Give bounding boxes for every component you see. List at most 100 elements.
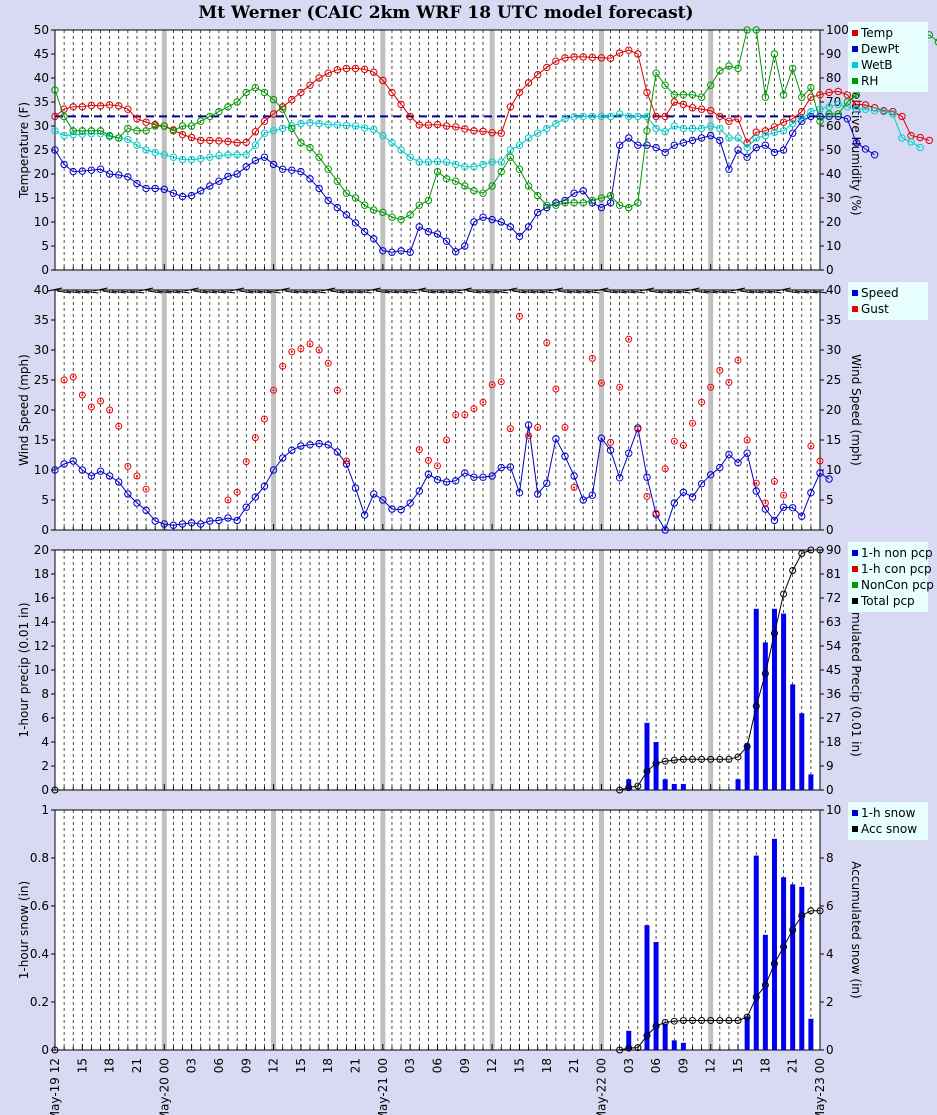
y2-tick-label: 5 xyxy=(826,493,834,507)
gust-point-dot xyxy=(573,486,576,489)
gust-point-dot xyxy=(145,488,148,491)
gust-point-dot xyxy=(345,460,348,462)
precip-bar xyxy=(662,779,668,790)
gust-point-dot xyxy=(636,428,639,431)
legend-label: Gust xyxy=(861,302,889,316)
x-tick-label: May-19 12 xyxy=(48,1058,62,1115)
gust-point-dot xyxy=(81,394,84,396)
meteogram-chart: Mt Werner (CAIC 2km WRF 18 UTC model for… xyxy=(17,3,937,1115)
gust-point-dot xyxy=(691,422,694,425)
chart-title: Mt Werner (CAIC 2km WRF 18 UTC model for… xyxy=(198,3,693,23)
y-tick-label: 45 xyxy=(34,47,49,61)
precip-bar xyxy=(680,784,686,790)
precip-bar xyxy=(744,1016,750,1050)
gust-point-dot xyxy=(545,341,548,344)
gust-point-dot xyxy=(627,338,630,341)
gust-point-dot xyxy=(472,407,475,410)
gust-point-dot xyxy=(600,382,603,384)
y-tick-label: 30 xyxy=(34,343,49,357)
y2-tick-label: 10 xyxy=(826,463,841,477)
y2-tick-label: 35 xyxy=(826,313,841,327)
y-tick-label: 5 xyxy=(41,239,49,253)
x-tick-label: 06 xyxy=(431,1058,445,1073)
precip-bar xyxy=(626,1030,632,1050)
y2-tick-label: 90 xyxy=(826,47,841,61)
y2-tick-label: 40 xyxy=(826,167,841,181)
y-tick-label: 40 xyxy=(34,71,49,85)
gust-point-dot xyxy=(327,362,330,365)
legend-label: 1-h con pcp xyxy=(861,562,932,576)
gust-point-dot xyxy=(755,482,758,485)
x-tick-label: 18 xyxy=(540,1058,554,1073)
y-tick-label: 25 xyxy=(34,373,49,387)
x-tick-label: 15 xyxy=(294,1058,308,1073)
precip-bar xyxy=(808,1018,814,1050)
x-tick-label: 06 xyxy=(649,1058,663,1073)
gust-point-dot xyxy=(309,343,311,345)
gust-point-dot xyxy=(527,434,530,437)
y2-tick-label: 45 xyxy=(826,663,841,677)
x-tick-label: May-21 00 xyxy=(376,1058,390,1115)
y-tick-label: 0.2 xyxy=(30,995,49,1009)
y2-tick-label: 60 xyxy=(826,119,841,133)
y-tick-label: 15 xyxy=(34,433,49,447)
y-tick-label: 40 xyxy=(34,283,49,297)
y-tick-label: 35 xyxy=(34,313,49,327)
y2-axis-label: Accumulated snow (in) xyxy=(849,861,863,998)
gust-point-dot xyxy=(618,386,621,389)
x-tick-label: 21 xyxy=(567,1058,581,1073)
gust-point-dot xyxy=(117,425,120,428)
y-tick-label: 16 xyxy=(34,591,49,605)
y-tick-label: 4 xyxy=(41,735,49,749)
gust-point-dot xyxy=(272,389,275,392)
y2-tick-label: 90 xyxy=(826,543,841,557)
legend-label: DewPt xyxy=(861,42,900,56)
precip-bar xyxy=(790,884,796,1050)
x-tick-label: 15 xyxy=(512,1058,526,1073)
gust-point-dot xyxy=(482,401,485,404)
y-tick-label: 30 xyxy=(34,119,49,133)
y2-tick-label: 80 xyxy=(826,71,841,85)
y-tick-label: 1 xyxy=(41,803,49,817)
y2-tick-label: 20 xyxy=(826,215,841,229)
y2-tick-label: 8 xyxy=(826,851,834,865)
precip-bar xyxy=(735,779,741,790)
legend: Temp DewPt WetB RH xyxy=(848,22,928,92)
y2-tick-label: 0 xyxy=(826,263,834,277)
y-tick-label: 14 xyxy=(34,615,49,629)
y-axis-label: 1-hour precip (0.01 in) xyxy=(17,602,31,737)
x-tick-label: 03 xyxy=(403,1058,417,1073)
legend-label: Total pcp xyxy=(860,594,915,608)
gust-point-dot xyxy=(609,441,612,444)
gust-point-dot xyxy=(509,427,512,430)
gust-point-dot xyxy=(700,401,703,404)
gust-point-dot xyxy=(336,389,339,392)
y2-tick-label: 63 xyxy=(826,615,841,629)
gust-point-dot xyxy=(673,440,676,443)
x-tick-label: 03 xyxy=(622,1058,636,1073)
gust-point-dot xyxy=(72,376,75,378)
dewpt-point xyxy=(870,151,879,159)
gust-point-dot xyxy=(427,459,430,462)
gust-point-dot xyxy=(554,388,557,390)
y2-tick-label: 20 xyxy=(826,403,841,417)
legend-swatch xyxy=(852,810,858,816)
x-tick-label: 21 xyxy=(786,1058,800,1073)
legend-swatch xyxy=(852,566,858,572)
gust-point-dot xyxy=(764,502,767,504)
y-axis-label: 1-hour snow (in) xyxy=(17,881,31,979)
gust-point-dot xyxy=(809,445,812,447)
y-tick-label: 0.6 xyxy=(30,899,49,913)
gust-point-dot xyxy=(727,381,730,384)
y2-tick-label: 4 xyxy=(826,947,834,961)
gust-point-dot xyxy=(245,460,248,463)
gust-point-dot xyxy=(746,439,749,441)
x-tick-label: 03 xyxy=(185,1058,199,1073)
precip-bar xyxy=(653,942,659,1050)
gust-point-dot xyxy=(454,413,457,416)
legend-label: RH xyxy=(861,74,878,88)
y-tick-label: 2 xyxy=(41,759,49,773)
gust-point-dot xyxy=(591,357,594,360)
y-tick-label: 5 xyxy=(41,493,49,507)
x-tick-label: May-22 00 xyxy=(594,1058,608,1115)
